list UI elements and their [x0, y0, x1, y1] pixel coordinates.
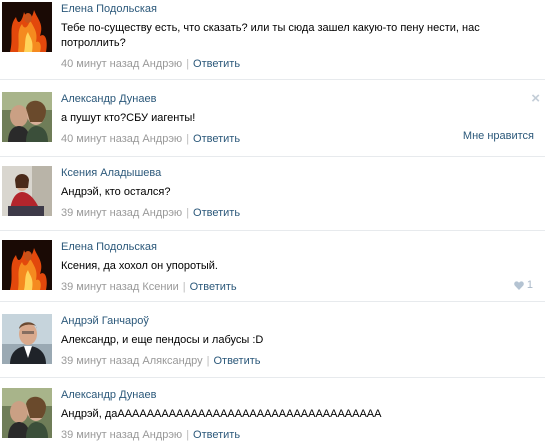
like-count: 1: [526, 279, 533, 291]
heart-icon: [514, 280, 524, 290]
comment-item: Елена Подольская Ксения, да хохол он упо…: [0, 240, 545, 302]
comment-meta: 40 минут назад Андрэю | Ответить: [61, 57, 545, 71]
comment-author[interactable]: Ксения Аладышева: [61, 166, 545, 180]
comment-text: Тебе по-существу есть, что сказать? или …: [61, 22, 480, 49]
comment-text: Ксения, да хохол он упоротый.: [61, 260, 218, 272]
comment-time[interactable]: 39 минут назад Андрэю: [61, 429, 182, 441]
comment-item: Елена Подольская Тебе по-существу есть, …: [0, 2, 545, 80]
reply-link[interactable]: Ответить: [193, 133, 240, 145]
comment-text: а пушут кто?СБУ иагенты!: [61, 112, 196, 124]
avatar[interactable]: [2, 92, 52, 142]
avatar[interactable]: [2, 314, 52, 364]
reply-link[interactable]: Ответить: [193, 58, 240, 70]
reply-link[interactable]: Ответить: [193, 429, 240, 441]
avatar[interactable]: [2, 240, 52, 290]
comment-item: Александр Дунаев Андрэй, даААААААААААААА…: [0, 388, 545, 447]
comment-item: Александр Дунаев а пушут кто?СБУ иагенты…: [0, 91, 545, 157]
avatar[interactable]: [2, 388, 52, 438]
comment-meta: 39 минут назад Ксении | Ответить: [61, 280, 545, 294]
reply-link[interactable]: Ответить: [193, 207, 240, 219]
comment-meta: 39 минут назад Аляксандру | Ответить: [61, 354, 545, 368]
separator: |: [186, 133, 190, 145]
comment-author[interactable]: Елена Подольская: [61, 2, 545, 16]
separator: |: [186, 207, 190, 219]
separator: |: [182, 281, 186, 293]
comment-time[interactable]: 39 минут назад Андрэю: [61, 207, 182, 219]
comment-time[interactable]: 40 минут назад Андрэю: [61, 133, 182, 145]
comment-item: Ксения Аладышева Андрэй, кто остался? 39…: [0, 166, 545, 231]
comment-meta: 39 минут назад Андрэю | Ответить: [61, 428, 545, 442]
comment-time[interactable]: 39 минут назад Ксении: [61, 281, 179, 293]
comment-item: Андрэй Ганчароў Александр, и еще пендосы…: [0, 314, 545, 378]
comment-time[interactable]: 39 минут назад Аляксандру: [61, 355, 203, 367]
comment-author[interactable]: Елена Подольская: [61, 240, 545, 254]
reply-link[interactable]: Ответить: [213, 355, 260, 367]
comment-text: Андрэй, даАААААААААААААААААААААААААААААА…: [61, 408, 382, 420]
separator: |: [206, 355, 210, 367]
comment-author[interactable]: Александр Дунаев: [61, 388, 545, 402]
delete-comment-icon[interactable]: ×: [531, 91, 540, 106]
comment-author[interactable]: Александр Дунаев: [61, 92, 545, 106]
separator: |: [186, 58, 190, 70]
separator: |: [186, 429, 190, 441]
like-link[interactable]: Мне нравится: [463, 130, 534, 142]
like-button[interactable]: 1: [514, 279, 533, 291]
avatar[interactable]: [2, 2, 52, 52]
comment-time[interactable]: 40 минут назад Андрэю: [61, 58, 182, 70]
comment-meta: 39 минут назад Андрэю | Ответить: [61, 206, 545, 220]
comment-text: Александр, и еще пендосы и лабусы :D: [61, 334, 264, 346]
comment-author[interactable]: Андрэй Ганчароў: [61, 314, 545, 328]
reply-link[interactable]: Ответить: [190, 281, 237, 293]
avatar[interactable]: [2, 166, 52, 216]
comment-text: Андрэй, кто остался?: [61, 186, 171, 198]
